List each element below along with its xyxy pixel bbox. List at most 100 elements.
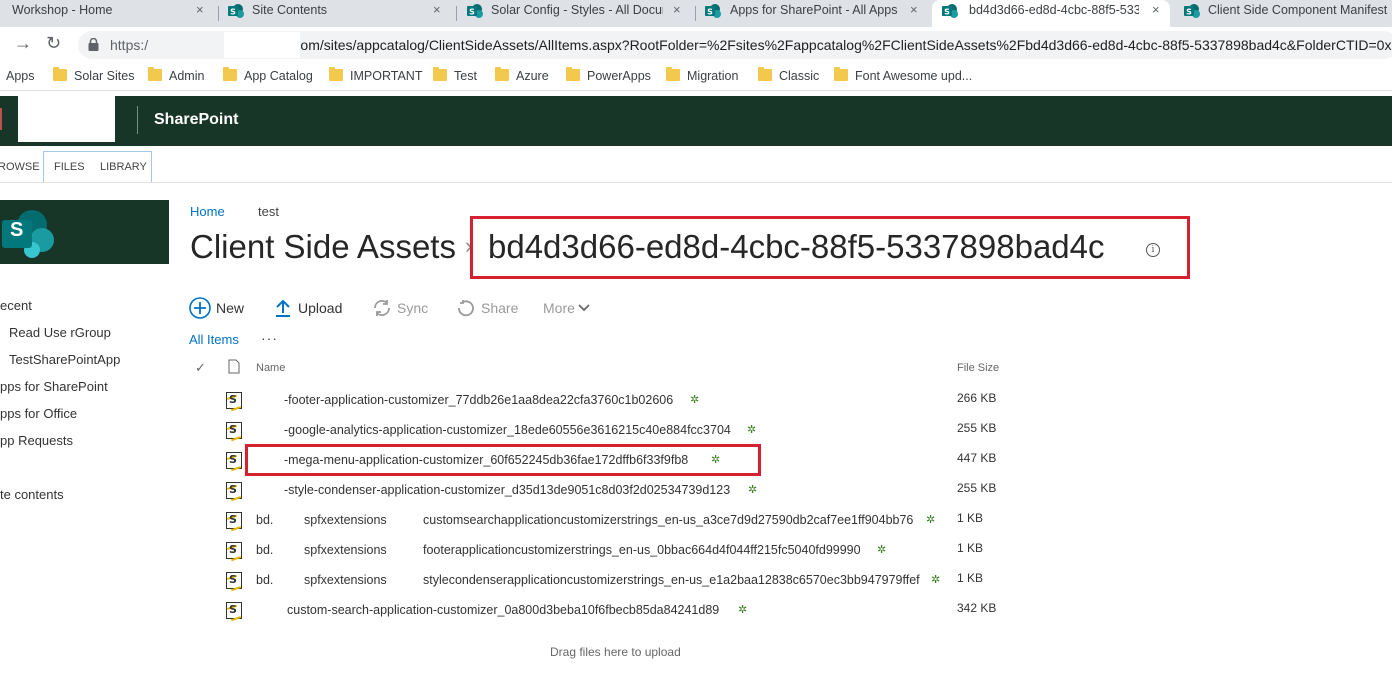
browser-tab-bar: Workshop - Home × S Site Contents × S So… [0,0,1392,27]
bookmark-apps[interactable]: Apps [6,69,35,83]
url-scheme: https:/ [110,37,149,53]
folder-icon [329,67,343,81]
new-item-icon: ✲ [738,604,748,616]
file-name[interactable]: custom-search-application-customizer_0a8… [287,603,719,617]
bookmark-font-awesome[interactable]: Font Awesome upd... [855,69,972,83]
browser-tab-workshop-home[interactable]: Workshop - Home × [0,0,218,27]
folder-icon [758,67,772,81]
close-icon[interactable]: × [433,2,441,17]
new-item-icon: ✲ [877,544,887,556]
list-item[interactable]: custom-search-application-customizer_0a8… [190,596,1010,626]
nav-item-apps-for-sharepoint[interactable]: pps for SharePoint [0,379,108,394]
bookmark-azure[interactable]: Azure [516,69,549,83]
tab-title: Site Contents [252,3,328,17]
nav-item-apps-for-office[interactable]: pps for Office [0,406,77,421]
share-icon [458,300,474,317]
upload-arrow-icon [276,299,290,317]
breadcrumb-home-link[interactable]: Home [190,204,225,219]
suite-title[interactable]: SharePoint [154,111,238,129]
close-icon[interactable]: × [196,2,204,17]
new-item-icon: ✲ [748,484,758,496]
view-all-items[interactable]: All Items [189,332,239,347]
svg-text:S: S [230,8,236,17]
new-item-icon: ✲ [926,514,936,526]
nav-item-recent[interactable]: ecent [0,298,32,313]
close-icon[interactable]: × [673,2,681,17]
list-item[interactable]: -style-condenser-application-customizer_… [190,476,1010,506]
url-text: https:/ sharepoint.com/sites/appcatalog/C… [110,37,1392,53]
browser-tab-apps-for-sharepoint[interactable]: S Apps for SharePoint - All Apps × [696,0,932,27]
sharepoint-favicon-icon: S [1184,4,1200,18]
tab-browse[interactable]: ROWSE [0,161,40,173]
upload-label: Upload [298,300,343,316]
file-name[interactable]: stylecondenserapplicationcustomizerstrin… [423,573,928,587]
browser-tab-client-side-manifest[interactable]: S Client Side Component Manifest [1172,0,1392,27]
sharepoint-favicon-icon: S [942,4,958,18]
new-item-icon: ✲ [931,574,941,586]
sync-icon [374,300,390,316]
breadcrumb-test-link[interactable]: test [258,204,279,219]
new-item-icon: ✲ [690,394,700,406]
bookmark-powerapps[interactable]: PowerApps [587,69,651,83]
bookmark-important[interactable]: IMPORTANT [350,69,422,83]
close-icon[interactable]: × [910,2,918,17]
list-item[interactable]: -footer-application-customizer_77ddb26e1… [190,386,1010,416]
file-icon [226,542,242,559]
file-name[interactable]: -google-analytics-application-customizer… [284,423,731,437]
browser-tab-solar-config[interactable]: S Solar Config - Styles - All Docum × [457,0,695,27]
add-circle-icon [189,297,211,319]
bookmark-solar-sites[interactable]: Solar Sites [74,69,134,83]
page-title[interactable]: Client Side Assets [190,228,456,266]
file-size: 255 KB [957,481,997,495]
bookmark-classic[interactable]: Classic [779,69,819,83]
list-item[interactable]: -google-analytics-application-customizer… [190,416,1010,446]
nav-item-site-contents[interactable]: te contents [0,487,64,502]
column-header-name[interactable]: Name [256,362,285,374]
file-icon [226,512,242,529]
column-header-file-size[interactable]: File Size [957,362,999,374]
nav-item-app-requests[interactable]: pp Requests [0,433,73,448]
svg-text:S: S [944,8,950,17]
file-size: 1 KB [957,511,984,525]
tab-library[interactable]: LIBRARY [100,161,147,173]
svg-text:S: S [707,8,713,17]
bookmark-admin[interactable]: Admin [169,69,204,83]
file-name[interactable]: -footer-application-customizer_77ddb26e1… [284,393,673,407]
bookmark-migration[interactable]: Migration [687,69,738,83]
browser-tab-site-contents[interactable]: S Site Contents × [219,0,456,27]
file-name[interactable]: customsearchapplicationcustomizerstrings… [423,513,923,527]
file-size: 342 KB [957,601,997,615]
browser-tab-active-folder[interactable]: S bd4d3d66-ed8d-4cbc-88f5-5337 × [932,0,1170,27]
list-item[interactable]: bd. spfxextensions stylecondenserapplica… [190,566,1010,596]
file-prefix: bd. [256,573,274,587]
folder-icon [223,67,237,81]
tab-files[interactable]: FILES [54,161,85,173]
file-icon [226,572,242,589]
view-more-ellipsis[interactable]: ··· [261,330,278,346]
close-icon[interactable]: × [1152,2,1160,17]
app-launcher-icon[interactable] [0,108,2,130]
sharepoint-logo-icon [2,210,54,258]
nav-item-read-use-rgroup[interactable]: Read Use rGroup [9,325,111,340]
url-field[interactable]: https:/ sharepoint.com/sites/appcatalog/C… [78,31,1392,59]
document-type-icon [228,359,240,374]
sharepoint-favicon-icon: S [705,4,721,18]
chevron-down-icon [578,304,590,312]
site-logo[interactable]: S [0,200,169,264]
forward-arrow-icon[interactable]: → [14,33,32,54]
tenant-logo[interactable] [18,96,115,142]
reload-icon[interactable]: ↻ [46,33,61,54]
list-item[interactable]: bd. spfxextensions customsearchapplicati… [190,506,1010,536]
file-name[interactable]: footerapplicationcustomizerstrings_en-us… [423,543,875,557]
list-item[interactable]: bd. spfxextensions footerapplicationcust… [190,536,1010,566]
nav-item-testsharepointapp[interactable]: TestSharePointApp [9,352,120,367]
bookmark-app-catalog[interactable]: App Catalog [244,69,313,83]
file-name[interactable]: -style-condenser-application-customizer_… [284,483,730,497]
file-icon [226,482,242,499]
folder-icon [433,67,447,81]
select-all-checkmark[interactable]: ✓ [195,360,206,376]
drop-zone-hint[interactable]: Drag files here to upload [550,645,681,659]
folder-icon [566,67,580,81]
ribbon-tabs: ROWSE FILES LIBRARY [0,151,1392,183]
bookmark-test[interactable]: Test [454,69,477,83]
